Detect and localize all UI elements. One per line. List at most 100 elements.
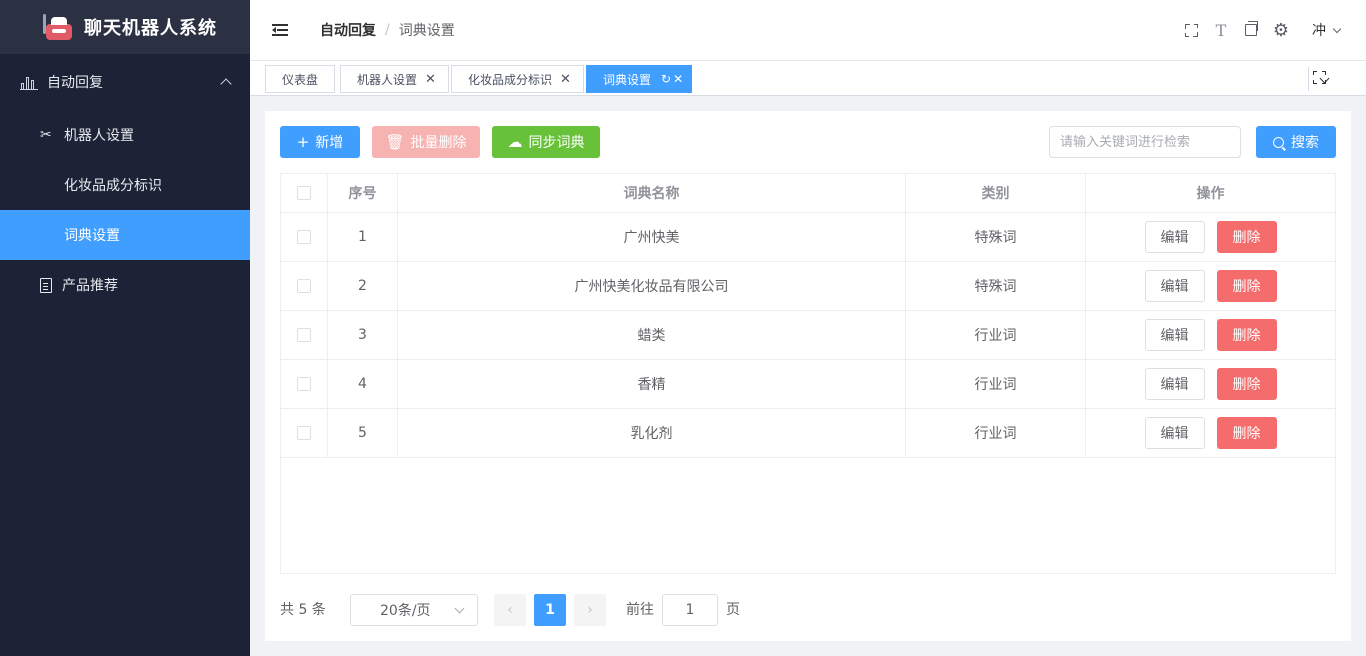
row-number: 4 <box>328 360 398 408</box>
goto-unit: 页 <box>726 602 740 618</box>
sidebar-item-product-recommend[interactable]: 产品推荐 <box>0 260 250 310</box>
tab-label: 化妆品成分标识 <box>468 72 553 87</box>
document-icon <box>40 277 52 293</box>
table-header: 序号 词典名称 类别 操作 <box>281 174 1335 213</box>
chevron-right-icon: › <box>587 602 593 618</box>
row-checkbox-cell <box>281 262 328 310</box>
row-actions: 编辑 删除 <box>1086 311 1335 359</box>
delete-button[interactable]: 删除 <box>1216 319 1277 351</box>
close-icon[interactable]: ✕ <box>425 73 436 86</box>
next-page-button[interactable]: › <box>574 594 606 626</box>
sidebar-item-dictionary-settings[interactable]: 词典设置 <box>0 210 250 260</box>
batch-delete-label: 批量删除 <box>410 135 467 151</box>
batch-delete-button[interactable]: 🗑 批量删除 <box>372 126 480 158</box>
search-input[interactable] <box>1049 126 1241 158</box>
tab-cosmetic-ingredients[interactable]: 化妆品成分标识 ✕ <box>451 65 584 93</box>
row-checkbox[interactable] <box>297 377 311 391</box>
sidebar-item-label: 化妆品成分标识 <box>64 178 162 194</box>
tab-dictionary-settings[interactable]: 词典设置 ↻ ✕ <box>586 65 692 93</box>
sync-dictionary-button[interactable]: ☁ 同步词典 <box>492 126 600 158</box>
delete-button[interactable]: 删除 <box>1216 221 1277 253</box>
sidebar-item-cosmetic-ingredients[interactable]: 化妆品成分标识 <box>0 160 250 210</box>
page-number-current[interactable]: 1 <box>534 594 566 626</box>
delete-button[interactable]: 删除 <box>1216 417 1277 449</box>
sidebar-item-label: 产品推荐 <box>62 278 118 294</box>
chevron-down-icon <box>454 603 465 614</box>
page-size-value: 20条/页 <box>380 603 431 619</box>
close-icon[interactable]: ✕ <box>560 73 571 86</box>
user-name: 冲 <box>1312 23 1326 39</box>
goto-page-input[interactable] <box>662 594 718 626</box>
row-number: 5 <box>328 409 398 457</box>
dictionary-name: 蜡类 <box>398 311 906 359</box>
dictionary-table: 序号 词典名称 类别 操作 1 广州快美 特殊词 编辑 删除 2 广州快美化妆品… <box>280 173 1336 574</box>
edit-button[interactable]: 编辑 <box>1144 417 1205 449</box>
row-checkbox[interactable] <box>297 328 311 342</box>
layout-size-icon[interactable] <box>1236 15 1266 45</box>
row-checkbox[interactable] <box>297 230 311 244</box>
select-all-checkbox[interactable] <box>297 186 311 200</box>
menu-group-label: 自动回复 <box>47 75 103 91</box>
fullscreen-icon[interactable] <box>1313 71 1326 84</box>
tab-robot-settings[interactable]: 机器人设置 ✕ <box>340 65 449 93</box>
table-row: 2 广州快美化妆品有限公司 特殊词 编辑 删除 <box>281 262 1335 311</box>
sidebar-item-robot-settings[interactable]: ✂ 机器人设置 <box>0 110 250 160</box>
settings-gear-icon[interactable]: ⚙ <box>1266 15 1296 45</box>
dictionary-name: 广州快美 <box>398 213 906 261</box>
pagination: 共 5 条 20条/页 ‹ 1 › 前往 页 <box>280 594 980 626</box>
table-row: 1 广州快美 特殊词 编辑 删除 <box>281 213 1335 262</box>
bar-chart-icon <box>20 74 38 90</box>
table-row: 5 乳化剂 行业词 编辑 删除 <box>281 409 1335 458</box>
dictionary-type: 特殊词 <box>906 262 1086 310</box>
grid-icon <box>40 228 54 242</box>
prev-page-button[interactable]: ‹ <box>494 594 526 626</box>
tools-icon: ✂ <box>40 127 52 143</box>
edit-button[interactable]: 编辑 <box>1144 270 1205 302</box>
trash-icon: 🗑 <box>385 133 405 151</box>
edit-button[interactable]: 编辑 <box>1144 221 1205 253</box>
table-row: 4 香精 行业词 编辑 删除 <box>281 360 1335 409</box>
dictionary-name: 香精 <box>398 360 906 408</box>
row-checkbox[interactable] <box>297 279 311 293</box>
sidebar: 聊天机器人系统 自动回复 ✂ 机器人设置 化妆品成分标识 词典设置 产品推荐 <box>0 0 250 656</box>
table-row: 3 蜡类 行业词 编辑 删除 <box>281 311 1335 360</box>
user-menu[interactable]: 冲 <box>1312 20 1342 40</box>
sidebar-item-label: 词典设置 <box>64 228 120 244</box>
search-button[interactable]: 搜索 <box>1256 126 1336 158</box>
refresh-icon[interactable]: ↻ <box>661 72 671 86</box>
menu-toggle-icon[interactable] <box>272 23 288 37</box>
robot-logo-icon <box>42 12 74 42</box>
row-actions: 编辑 删除 <box>1086 213 1335 261</box>
row-checkbox-cell <box>281 409 328 457</box>
column-header: 操作 <box>1196 186 1225 202</box>
delete-button[interactable]: 删除 <box>1216 270 1277 302</box>
delete-button[interactable]: 删除 <box>1216 368 1277 400</box>
top-header: 自动回复 / 词典设置 T ⚙ 冲 <box>250 0 1366 61</box>
edit-button[interactable]: 编辑 <box>1144 319 1205 351</box>
add-button[interactable]: + 新增 <box>280 126 360 158</box>
tab-label: 词典设置 <box>603 72 652 87</box>
fullscreen-icon[interactable] <box>1176 15 1206 45</box>
column-header: 序号 <box>328 174 398 212</box>
chevron-left-icon: ‹ <box>507 602 513 618</box>
toolbar: + 新增 🗑 批量删除 ☁ 同步词典 搜索 <box>280 126 1336 158</box>
font-size-icon[interactable]: T <box>1206 15 1236 45</box>
content-card: + 新增 🗑 批量删除 ☁ 同步词典 搜索 序号 词典名称 类别 操作 1 广州… <box>265 111 1351 641</box>
close-icon[interactable]: ✕ <box>673 72 683 86</box>
tab-dashboard[interactable]: 仪表盘 <box>265 65 336 93</box>
edit-button[interactable]: 编辑 <box>1144 368 1205 400</box>
sync-label: 同步词典 <box>528 135 585 151</box>
column-header: 词典名称 <box>398 174 906 212</box>
row-actions: 编辑 删除 <box>1086 409 1335 457</box>
row-checkbox[interactable] <box>297 426 311 440</box>
search-button-label: 搜索 <box>1291 135 1319 151</box>
dictionary-type: 行业词 <box>906 311 1086 359</box>
row-actions: 编辑 删除 <box>1086 262 1335 310</box>
menu-group-auto-reply[interactable]: 自动回复 <box>0 54 250 110</box>
app-title: 聊天机器人系统 <box>84 18 217 39</box>
page-size-select[interactable]: 20条/页 <box>350 594 478 626</box>
plus-icon: + <box>296 133 310 151</box>
breadcrumb-parent: 自动回复 <box>320 23 376 39</box>
dictionary-name: 广州快美化妆品有限公司 <box>398 262 906 310</box>
row-checkbox-cell <box>281 213 328 261</box>
